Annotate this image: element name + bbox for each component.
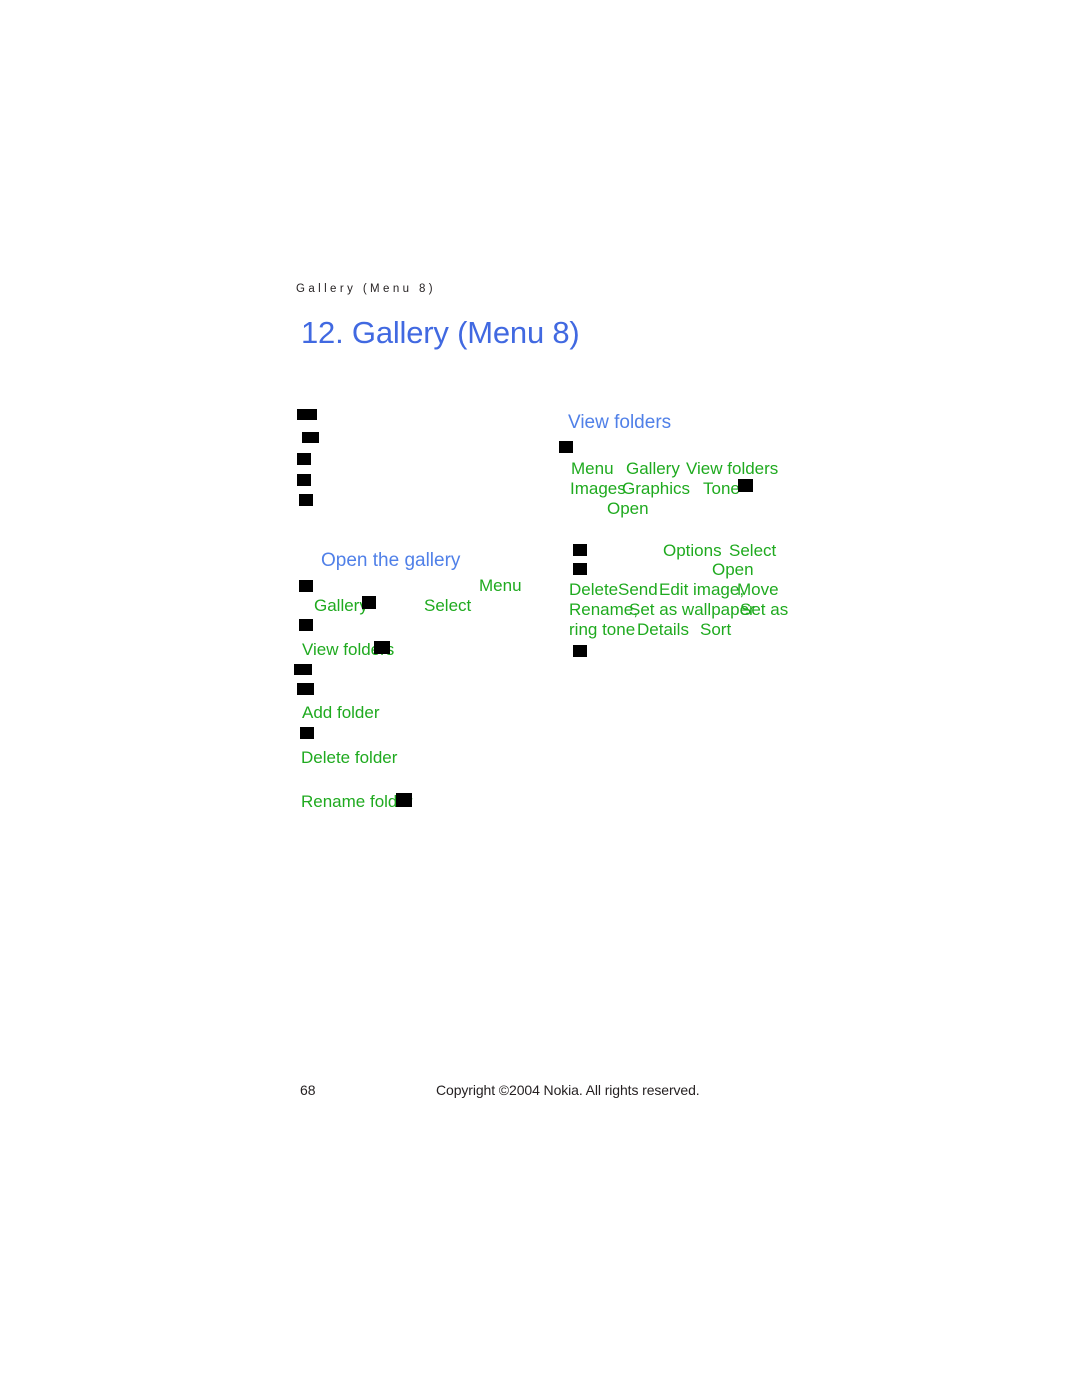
missing-glyph-box xyxy=(300,727,314,739)
ui-string-menu: Menu xyxy=(479,576,522,595)
ui-string-tone: Tone xyxy=(703,479,740,498)
ui-string-options: Options xyxy=(663,541,722,560)
document-page: Gallery (Menu 8) 12. Gallery (Menu 8) Op… xyxy=(0,0,1080,1397)
ui-string-view-folders: View folders xyxy=(686,459,779,478)
ui-string-details: Details xyxy=(637,620,689,639)
ui-string-images: Images xyxy=(570,479,626,498)
ui-string-set-as: Set as xyxy=(740,600,789,619)
missing-glyph-box xyxy=(297,683,314,695)
ui-string-open: Open xyxy=(712,560,754,579)
ui-string-select: Select xyxy=(424,596,472,615)
missing-glyph-box xyxy=(738,479,753,492)
missing-glyph-box xyxy=(299,619,313,631)
ui-string-edit-image: Edit image, xyxy=(659,580,745,599)
ui-string-delete: Delete xyxy=(569,580,619,599)
ui-string-set-as-wallpaper: Set as wallpaper xyxy=(629,600,755,619)
missing-glyph-box xyxy=(396,793,412,807)
ui-string-ring-tone: ring tone xyxy=(569,620,636,639)
ui-string-delete-folder: Delete folder xyxy=(301,748,398,767)
section-heading-open-the-gallery: Open the gallery xyxy=(321,550,461,571)
missing-glyph-box xyxy=(299,494,313,506)
missing-glyph-box xyxy=(573,645,587,657)
missing-glyph-box xyxy=(299,580,313,592)
missing-glyph-box xyxy=(302,432,319,443)
copyright-notice: Copyright ©2004 Nokia. All rights reserv… xyxy=(436,1082,700,1098)
page-number: 68 xyxy=(300,1082,316,1098)
missing-glyph-box xyxy=(297,409,317,420)
missing-glyph-box xyxy=(374,641,390,654)
ui-string-menu: Menu xyxy=(571,459,614,478)
ui-string-sort: Sort xyxy=(700,620,732,639)
ui-string-gallery: Gallery xyxy=(626,459,680,478)
ui-string-move: Move xyxy=(737,580,779,599)
running-header: Gallery (Menu 8) xyxy=(296,283,437,295)
missing-glyph-box xyxy=(294,664,312,675)
missing-glyph-box xyxy=(297,474,311,486)
ui-string-graphics: Graphics xyxy=(622,479,691,498)
missing-glyph-box xyxy=(573,563,587,575)
ui-string-select: Select xyxy=(729,541,777,560)
section-heading-view-folders: View folders xyxy=(568,412,672,433)
page-title: 12. Gallery (Menu 8) xyxy=(301,315,580,350)
missing-glyph-box xyxy=(297,453,311,465)
ui-string-send: Send xyxy=(618,580,658,599)
missing-glyph-box xyxy=(559,441,573,453)
ui-string-add-folder: Add folder xyxy=(302,703,380,722)
ui-string-open: Open xyxy=(607,499,649,518)
ui-string-rename: Rename, xyxy=(569,600,638,619)
missing-glyph-box xyxy=(362,596,376,609)
ui-string-gallery: Gallery xyxy=(314,596,368,615)
missing-glyph-box xyxy=(573,544,587,556)
